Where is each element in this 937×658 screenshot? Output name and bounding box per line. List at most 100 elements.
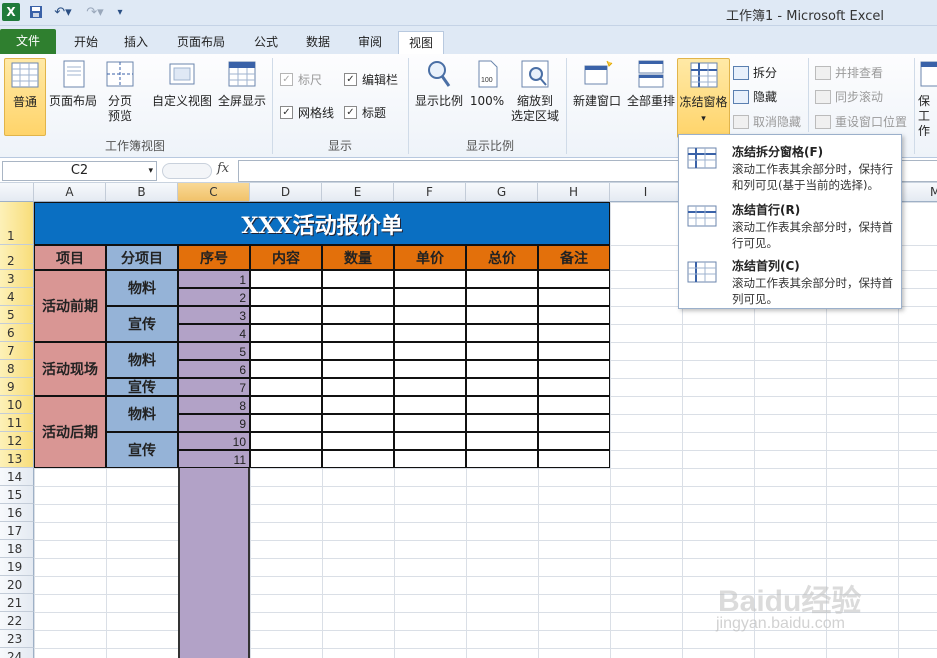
header-cell[interactable]: 总价 [466,245,538,270]
row-header[interactable]: 2 [0,245,34,270]
sequence-cell[interactable]: 9 [178,414,250,432]
header-cell[interactable]: 单价 [394,245,466,270]
data-cell[interactable] [466,288,538,306]
data-cell[interactable] [250,306,322,324]
menu-item-freeze-panes[interactable]: 冻结拆分窗格(F) 滚动工作表其余部分时，保持行和列可见(基于当前的选择)。 [679,137,901,193]
data-cell[interactable] [322,378,394,396]
header-cell[interactable]: 项目 [34,245,106,270]
undo-icon[interactable]: ↶▾ [50,3,76,21]
subitem-cell[interactable]: 物料 [106,342,178,378]
header-cell[interactable]: 备注 [538,245,610,270]
data-cell[interactable] [466,270,538,288]
subitem-cell[interactable]: 宣传 [106,432,178,468]
row-header[interactable]: 20 [0,576,34,594]
select-all-corner[interactable] [0,183,34,202]
project-cell[interactable]: 活动后期 [34,396,106,468]
data-cell[interactable] [466,432,538,450]
data-cell[interactable] [250,270,322,288]
data-cell[interactable] [394,306,466,324]
header-cell[interactable]: 序号 [178,245,250,270]
data-cell[interactable] [394,378,466,396]
row-header[interactable]: 4 [0,288,34,306]
data-cell[interactable] [538,342,610,360]
data-cell[interactable] [466,378,538,396]
data-cell[interactable] [466,306,538,324]
row-header[interactable]: 19 [0,558,34,576]
customize-qat-icon[interactable]: ▾ [114,3,126,21]
page-break-preview-button[interactable]: 分页 预览 [100,58,140,136]
row-header[interactable]: 18 [0,540,34,558]
row-header[interactable]: 8 [0,360,34,378]
data-cell[interactable] [250,378,322,396]
tab-insert[interactable]: 插入 [114,31,158,54]
data-cell[interactable] [250,450,322,468]
sequence-cell[interactable]: 1 [178,270,250,288]
header-cell[interactable]: 数量 [322,245,394,270]
data-cell[interactable] [322,306,394,324]
formula-bar-splitter[interactable] [162,163,212,179]
column-header[interactable]: E [322,183,394,202]
subitem-cell[interactable]: 物料 [106,270,178,306]
sequence-cell[interactable]: 10 [178,432,250,450]
data-cell[interactable] [466,360,538,378]
data-cell[interactable] [466,414,538,432]
custom-views-button[interactable]: 自定义视图 [150,58,214,136]
zoom-button[interactable]: 显示比例 [412,58,466,136]
full-screen-button[interactable]: 全屏显示 [216,58,268,136]
menu-item-freeze-first-column[interactable]: 冻结首列(C) 滚动工作表其余部分时，保持首列可见。 [679,251,901,307]
data-cell[interactable] [538,432,610,450]
data-cell[interactable] [250,396,322,414]
row-header[interactable]: 21 [0,594,34,612]
sheet-title-cell[interactable]: XXX活动报价单 [34,202,610,245]
row-header[interactable]: 11 [0,414,34,432]
project-cell[interactable]: 活动前期 [34,270,106,342]
save-icon[interactable] [28,3,44,21]
data-cell[interactable] [466,450,538,468]
page-layout-view-button[interactable]: 页面布局 [48,58,98,136]
data-cell[interactable] [538,450,610,468]
data-cell[interactable] [394,396,466,414]
project-cell[interactable]: 活动现场 [34,342,106,396]
data-cell[interactable] [322,396,394,414]
data-cell[interactable] [538,396,610,414]
ruler-checkbox[interactable]: ✓ 标尺 [280,71,322,88]
freeze-panes-button[interactable]: 冻结窗格 ▾ [677,58,730,138]
data-cell[interactable] [466,396,538,414]
zoom-to-selection-button[interactable]: 缩放到 选定区域 [508,58,562,136]
column-header[interactable]: G [466,183,538,202]
selected-column-c[interactable] [178,468,250,658]
data-cell[interactable] [322,432,394,450]
data-cell[interactable] [322,270,394,288]
data-cell[interactable] [538,414,610,432]
sequence-cell[interactable]: 7 [178,378,250,396]
new-window-button[interactable]: 新建窗口 [570,58,624,136]
data-cell[interactable] [466,324,538,342]
data-cell[interactable] [538,306,610,324]
sequence-cell[interactable]: 4 [178,324,250,342]
data-cell[interactable] [322,342,394,360]
subitem-cell[interactable]: 宣传 [106,378,178,396]
data-cell[interactable] [250,432,322,450]
data-cell[interactable] [538,270,610,288]
reset-window-position-button[interactable]: 重设窗口位置 [815,113,907,130]
data-cell[interactable] [394,450,466,468]
tab-page-layout[interactable]: 页面布局 [170,31,232,54]
row-header[interactable]: 7 [0,342,34,360]
sync-scroll-button[interactable]: 同步滚动 [815,88,883,105]
row-header[interactable]: 14 [0,468,34,486]
sequence-cell[interactable]: 3 [178,306,250,324]
data-cell[interactable] [250,288,322,306]
data-cell[interactable] [394,324,466,342]
data-cell[interactable] [322,288,394,306]
headings-checkbox[interactable]: ✓ 标题 [344,104,386,121]
data-cell[interactable] [394,414,466,432]
sequence-cell[interactable]: 2 [178,288,250,306]
data-cell[interactable] [538,324,610,342]
sequence-cell[interactable]: 8 [178,396,250,414]
data-cell[interactable] [466,342,538,360]
column-header[interactable]: I [610,183,682,202]
tab-review[interactable]: 审阅 [348,31,392,54]
data-cell[interactable] [394,270,466,288]
data-cell[interactable] [394,342,466,360]
row-header[interactable]: 24 [0,648,34,658]
